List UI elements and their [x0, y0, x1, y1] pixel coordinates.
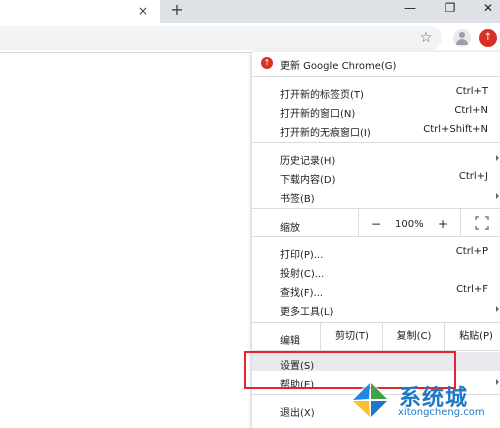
shortcut-downloads: Ctrl+J: [458, 171, 488, 182]
menu-item-new-tab[interactable]: 打开新的标签页(T): [280, 86, 364, 101]
watermark-url: xitongcheng.com: [398, 407, 485, 418]
shortcut-find: Ctrl+F: [456, 284, 488, 295]
new-tab-button[interactable]: +: [168, 1, 186, 19]
paste-button[interactable]: 粘贴(P): [444, 323, 500, 350]
shortcut-print: Ctrl+P: [455, 246, 488, 257]
address-bar[interactable]: [0, 26, 442, 50]
menu-item-exit[interactable]: 退出(X): [280, 404, 315, 419]
browser-tab[interactable]: ×: [0, 0, 160, 23]
zoom-in-button[interactable]: +: [438, 217, 448, 231]
shortcut-incognito: Ctrl+Shift+N: [423, 124, 488, 135]
shortcut-new-window: Ctrl+N: [454, 105, 488, 116]
menu-item-new-window[interactable]: 打开新的窗口(N): [280, 105, 355, 120]
menu-divider: [252, 76, 500, 77]
minimize-icon[interactable]: —: [400, 0, 420, 20]
edit-label: 编辑: [280, 336, 300, 347]
update-menu-icon[interactable]: ↑: [479, 29, 497, 47]
cut-button[interactable]: 剪切(T): [320, 323, 383, 350]
menu-item-cast[interactable]: 投射(C)...: [280, 265, 324, 280]
menu-item-print[interactable]: 打印(P)...: [280, 246, 323, 261]
menu-item-incognito[interactable]: 打开新的无痕窗口(I): [280, 124, 371, 139]
window-close-icon[interactable]: ✕: [478, 0, 498, 20]
menu-divider: [252, 236, 500, 237]
submenu-arrow-icon: [496, 155, 499, 161]
copy-button[interactable]: 复制(C): [382, 323, 445, 350]
tab-close-icon[interactable]: ×: [135, 3, 151, 19]
zoom-label: 缩放: [280, 223, 300, 234]
menu-item-find[interactable]: 查找(F)...: [280, 284, 323, 299]
menu-item-update[interactable]: 更新 Google Chrome(G): [280, 57, 396, 72]
zoom-value: 100%: [395, 219, 424, 230]
update-icon: ↑: [261, 57, 273, 69]
menu-divider: [252, 142, 500, 143]
bookmark-star-icon[interactable]: ☆: [418, 30, 434, 46]
watermark-logo-icon: [350, 380, 390, 420]
menu-item-bookmarks[interactable]: 书签(B): [280, 190, 315, 205]
menu-item-more-tools[interactable]: 更多工具(L): [280, 303, 333, 318]
menu-item-downloads[interactable]: 下载内容(D): [280, 171, 336, 186]
shortcut-new-tab: Ctrl+T: [455, 86, 488, 97]
submenu-arrow-icon: [496, 306, 499, 312]
fullscreen-icon[interactable]: [475, 216, 489, 230]
submenu-arrow-icon: [496, 379, 499, 385]
zoom-out-button[interactable]: −: [371, 217, 381, 231]
submenu-arrow-icon: [496, 193, 499, 199]
menu-item-history[interactable]: 历史记录(H): [280, 152, 335, 167]
profile-avatar-icon[interactable]: [453, 29, 471, 47]
restore-icon[interactable]: ❐: [440, 0, 460, 20]
